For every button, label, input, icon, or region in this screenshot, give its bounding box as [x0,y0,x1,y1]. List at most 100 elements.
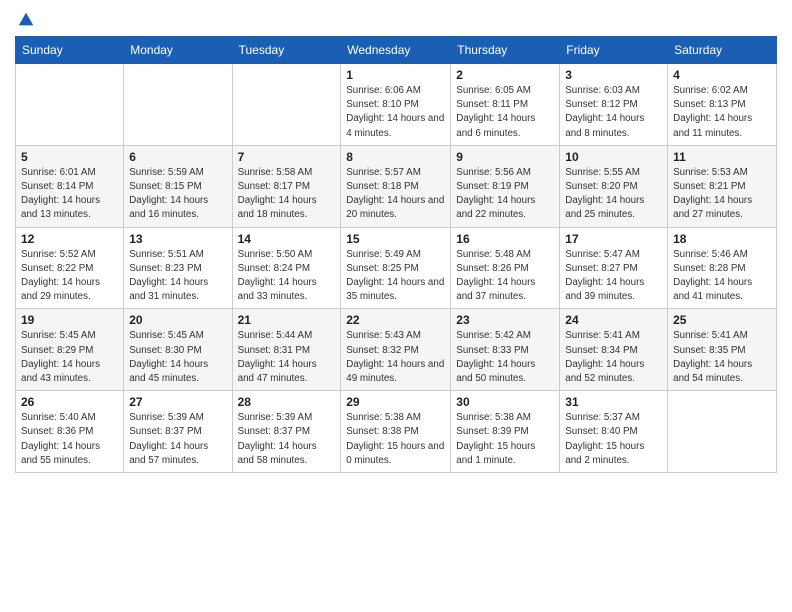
calendar-cell: 22 Sunrise: 5:43 AMSunset: 8:32 PMDayligh… [341,309,451,391]
day-number: 28 [238,395,336,409]
weekday-header-sunday: Sunday [16,37,124,64]
day-info: Sunrise: 6:01 AMSunset: 8:14 PMDaylight:… [21,166,118,223]
page-header [15,10,777,28]
day-number: 18 [673,232,771,246]
calendar-cell: 29Sunrise: 5:38 AMSunset: 8:38 PMDayligh… [341,391,451,473]
weekday-header-thursday: Thursday [451,37,560,64]
day-info: Sunrise: 5:42 AMSunset: 8:33 PMDaylight:… [456,329,554,386]
day-info: Sunrise: 5:59 AMSunset: 8:15 PMDaylight:… [129,166,226,223]
calendar-cell: 8Sunrise: 5:57 AMSunset: 8:18 PMDaylight… [341,145,451,227]
day-number: 14 [238,232,336,246]
calendar-week-row: 26Sunrise: 5:40 AMSunset: 8:36 PMDayligh… [16,391,777,473]
calendar-cell: 10 Sunrise: 5:55 AMSunset: 8:20 PMDayligh… [560,145,668,227]
day-number: 16 [456,232,554,246]
calendar-cell: 19Sunrise: 5:45 AMSunset: 8:29 PMDayligh… [16,309,124,391]
calendar-cell: 14Sunrise: 5:50 AMSunset: 8:24 PMDayligh… [232,227,341,309]
day-info: Sunrise: 6:02 AMSunset: 8:13 PMDaylight:… [673,84,771,141]
calendar-cell: 13Sunrise: 5:51 AMSunset: 8:23 PMDayligh… [124,227,232,309]
day-info: Sunrise: 5:45 AMSunset: 8:30 PMDaylight:… [129,329,226,386]
calendar-cell [668,391,777,473]
calendar-cell: 30Sunrise: 5:38 AMSunset: 8:39 PMDayligh… [451,391,560,473]
calendar-cell: 24 Sunrise: 5:41 AMSunset: 8:34 PMDayligh… [560,309,668,391]
day-number: 21 [238,313,336,327]
calendar-cell: 6 Sunrise: 5:59 AMSunset: 8:15 PMDaylight… [124,145,232,227]
day-number: 23 [456,313,554,327]
calendar-cell: 1 Sunrise: 6:06 AMSunset: 8:10 PMDaylight… [341,64,451,146]
day-info: Sunrise: 5:43 AMSunset: 8:32 PMDaylight:… [346,329,445,386]
calendar-week-row: 5 Sunrise: 6:01 AMSunset: 8:14 PMDaylight… [16,145,777,227]
day-number: 7 [238,150,336,164]
calendar-cell: 26Sunrise: 5:40 AMSunset: 8:36 PMDayligh… [16,391,124,473]
day-info: Sunrise: 5:53 AMSunset: 8:21 PMDaylight:… [673,166,771,223]
day-number: 19 [21,313,118,327]
calendar-table: SundayMondayTuesdayWednesdayThursdayFrid… [15,36,777,473]
day-info: Sunrise: 5:37 AMSunset: 8:40 PMDaylight:… [565,411,662,468]
calendar-cell: 9 Sunrise: 5:56 AMSunset: 8:19 PMDaylight… [451,145,560,227]
calendar-cell [232,64,341,146]
day-info: Sunrise: 6:05 AMSunset: 8:11 PMDaylight:… [456,84,554,141]
calendar-cell: 4 Sunrise: 6:02 AMSunset: 8:13 PMDaylight… [668,64,777,146]
calendar-week-row: 12 Sunrise: 5:52 AMSunset: 8:22 PMDayligh… [16,227,777,309]
day-info: Sunrise: 6:06 AMSunset: 8:10 PMDaylight:… [346,84,445,141]
day-info: Sunrise: 6:03 AMSunset: 8:12 PMDaylight:… [565,84,662,141]
day-info: Sunrise: 5:47 AMSunset: 8:27 PMDaylight:… [565,248,662,305]
day-number: 30 [456,395,554,409]
day-info: Sunrise: 5:57 AMSunset: 8:18 PMDaylight:… [346,166,445,223]
day-info: Sunrise: 5:56 AMSunset: 8:19 PMDaylight:… [456,166,554,223]
calendar-cell [124,64,232,146]
calendar-cell: 2 Sunrise: 6:05 AMSunset: 8:11 PMDaylight… [451,64,560,146]
calendar-cell: 20 Sunrise: 5:45 AMSunset: 8:30 PMDayligh… [124,309,232,391]
calendar-cell: 28 Sunrise: 5:39 AMSunset: 8:37 PMDayligh… [232,391,341,473]
day-number: 1 [346,68,445,82]
calendar-cell: 21 Sunrise: 5:44 AMSunset: 8:31 PMDayligh… [232,309,341,391]
day-number: 26 [21,395,118,409]
logo [15,10,35,28]
day-number: 3 [565,68,662,82]
day-number: 2 [456,68,554,82]
calendar-week-row: 1 Sunrise: 6:06 AMSunset: 8:10 PMDaylight… [16,64,777,146]
calendar-week-row: 19Sunrise: 5:45 AMSunset: 8:29 PMDayligh… [16,309,777,391]
day-info: Sunrise: 5:46 AMSunset: 8:28 PMDaylight:… [673,248,771,305]
day-info: Sunrise: 5:39 AMSunset: 8:37 PMDaylight:… [238,411,336,468]
day-info: Sunrise: 5:58 AMSunset: 8:17 PMDaylight:… [238,166,336,223]
calendar-cell: 5 Sunrise: 6:01 AMSunset: 8:14 PMDaylight… [16,145,124,227]
weekday-header-saturday: Saturday [668,37,777,64]
day-info: Sunrise: 5:49 AMSunset: 8:25 PMDaylight:… [346,248,445,305]
day-number: 4 [673,68,771,82]
calendar-cell: 11 Sunrise: 5:53 AMSunset: 8:21 PMDayligh… [668,145,777,227]
day-number: 15 [346,232,445,246]
day-number: 20 [129,313,226,327]
day-number: 17 [565,232,662,246]
day-number: 5 [21,150,118,164]
day-info: Sunrise: 5:48 AMSunset: 8:26 PMDaylight:… [456,248,554,305]
calendar-cell: 18 Sunrise: 5:46 AMSunset: 8:28 PMDayligh… [668,227,777,309]
calendar-cell: 27Sunrise: 5:39 AMSunset: 8:37 PMDayligh… [124,391,232,473]
weekday-header-tuesday: Tuesday [232,37,341,64]
day-info: Sunrise: 5:44 AMSunset: 8:31 PMDaylight:… [238,329,336,386]
calendar-page: SundayMondayTuesdayWednesdayThursdayFrid… [0,0,792,612]
day-number: 27 [129,395,226,409]
weekday-header-row: SundayMondayTuesdayWednesdayThursdayFrid… [16,37,777,64]
day-info: Sunrise: 5:52 AMSunset: 8:22 PMDaylight:… [21,248,118,305]
day-info: Sunrise: 5:41 AMSunset: 8:34 PMDaylight:… [565,329,662,386]
day-number: 11 [673,150,771,164]
weekday-header-monday: Monday [124,37,232,64]
day-info: Sunrise: 5:51 AMSunset: 8:23 PMDaylight:… [129,248,226,305]
day-info: Sunrise: 5:55 AMSunset: 8:20 PMDaylight:… [565,166,662,223]
calendar-cell: 3 Sunrise: 6:03 AMSunset: 8:12 PMDaylight… [560,64,668,146]
day-number: 10 [565,150,662,164]
calendar-cell [16,64,124,146]
weekday-header-wednesday: Wednesday [341,37,451,64]
day-number: 6 [129,150,226,164]
day-number: 24 [565,313,662,327]
day-number: 29 [346,395,445,409]
weekday-header-friday: Friday [560,37,668,64]
day-info: Sunrise: 5:41 AMSunset: 8:35 PMDaylight:… [673,329,771,386]
calendar-cell: 31Sunrise: 5:37 AMSunset: 8:40 PMDayligh… [560,391,668,473]
calendar-cell: 15 Sunrise: 5:49 AMSunset: 8:25 PMDayligh… [341,227,451,309]
day-number: 12 [21,232,118,246]
day-number: 9 [456,150,554,164]
calendar-cell: 25 Sunrise: 5:41 AMSunset: 8:35 PMDayligh… [668,309,777,391]
day-number: 22 [346,313,445,327]
day-number: 25 [673,313,771,327]
